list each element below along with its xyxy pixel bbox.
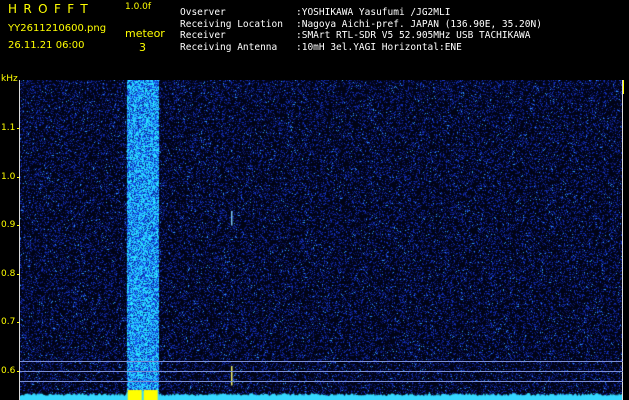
spectrogram-canvas: [20, 80, 623, 400]
file-name: YY2611210600.png: [8, 23, 107, 34]
app-title: HROFFT: [8, 2, 95, 16]
receiver-value: :SMArt RTL-SDR V5 52.905MHz USB TACHIKAW…: [296, 30, 531, 42]
guide-line: [20, 381, 623, 382]
receiver-label: Receiver: [180, 30, 226, 42]
y-tick-label: 0.8: [1, 268, 16, 279]
antenna-label: Receiving Antenna: [180, 41, 278, 53]
observation-row-location: Receiving Location :Nagoya Aichi-pref. J…: [180, 19, 542, 31]
location-label: Receiving Location: [180, 18, 283, 30]
app-version: 1.0.0f: [125, 2, 152, 12]
guide-line: [20, 361, 623, 362]
hrofft-screen: HROFFT 1.0.0f YY2611210600.png 26.11.21 …: [0, 0, 629, 400]
location-value: :Nagoya Aichi-pref. JAPAN (136.90E, 35.2…: [296, 18, 542, 30]
observation-info: Ovserver :YOSHIKAWA Yasufumi /JG2MLI Rec…: [180, 7, 542, 53]
x-tick-mark: [623, 80, 624, 94]
observation-row-observer: Ovserver :YOSHIKAWA Yasufumi /JG2MLI: [180, 7, 542, 19]
y-tick-label: 0.9: [1, 220, 16, 231]
observation-row-antenna: Receiving Antenna :10mH 3el.YAGI Horizon…: [180, 42, 542, 54]
date-time: 26.11.21 06:00: [8, 40, 85, 51]
y-axis-unit: kHz: [1, 74, 18, 84]
meteor-count-value: 3: [139, 41, 146, 54]
observer-label: Ovserver: [180, 7, 226, 18]
y-tick-label: 0.6: [1, 365, 16, 376]
meteor-count-label: meteor: [125, 27, 165, 40]
plot-left-border: [19, 80, 20, 400]
y-tick-label: 1.1: [1, 123, 16, 134]
y-tick-label: 1.0: [1, 171, 16, 182]
spectrogram-plot: [20, 80, 623, 400]
observer-value: :YOSHIKAWA Yasufumi /JG2MLI: [296, 7, 451, 18]
antenna-value: :10mH 3el.YAGI Horizontal:ENE: [296, 41, 462, 53]
y-tick-label: 0.7: [1, 317, 16, 328]
guide-line: [20, 371, 623, 372]
observation-row-receiver: Receiver :SMArt RTL-SDR V5 52.905MHz USB…: [180, 30, 542, 42]
plot-right-border: [622, 80, 623, 400]
